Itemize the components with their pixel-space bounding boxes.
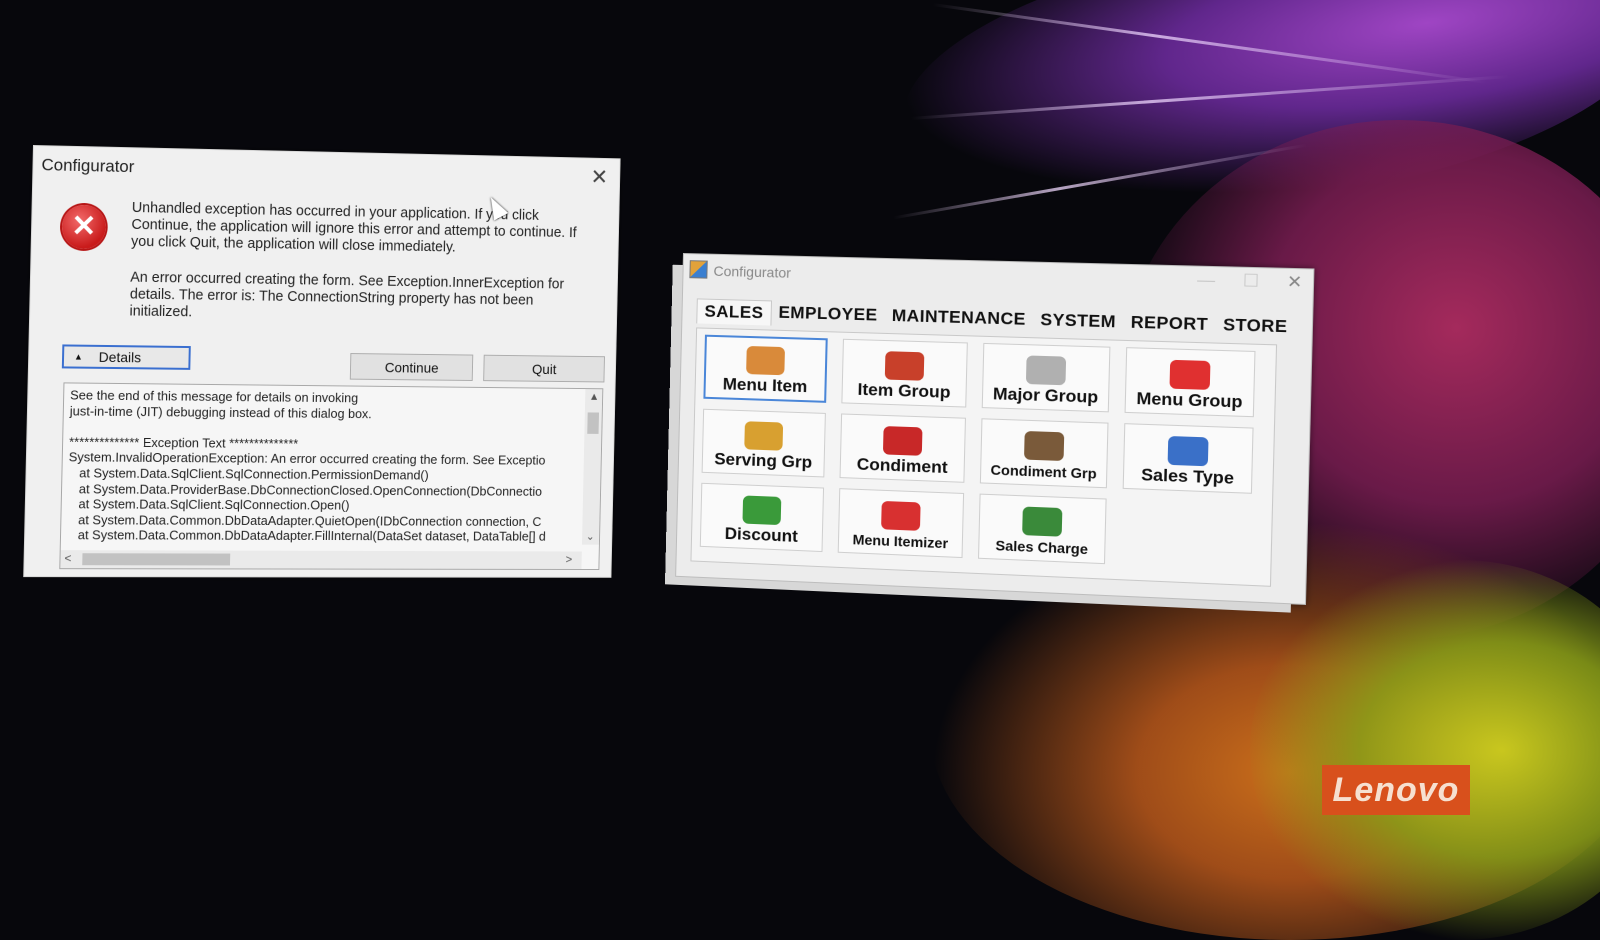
condiment-grp-button[interactable]: Condiment Grp <box>979 418 1109 489</box>
scroll-right-icon[interactable]: > <box>565 552 572 566</box>
close-icon[interactable]: ✕ <box>1287 272 1303 293</box>
sales-charge-button[interactable]: Sales Charge <box>977 493 1107 565</box>
app-icon <box>689 260 708 279</box>
chevron-up-icon: ▲ <box>73 351 83 362</box>
tile-label: Menu Itemizer <box>852 531 949 552</box>
serving-grp-button[interactable]: Serving Grp <box>701 408 826 478</box>
menu-group-icon <box>1169 359 1211 390</box>
condiment-button[interactable]: Condiment <box>839 413 966 483</box>
window-controls: — ☐ ✕ <box>1197 270 1303 293</box>
tile-label: Sales Type <box>1140 464 1235 488</box>
window-title: Configurator <box>713 262 792 281</box>
exception-message: Unhandled exception has occurred in your… <box>130 200 577 256</box>
tile-label: Serving Grp <box>714 449 813 472</box>
tab-sales[interactable]: SALES <box>696 298 772 326</box>
serving-grp-icon <box>744 421 784 451</box>
vertical-scrollbar[interactable]: ▲ ⌄ <box>581 389 603 545</box>
tab-employee[interactable]: EMPLOYEE <box>771 300 885 328</box>
menu-itemizer-icon <box>881 500 921 531</box>
sales-type-button[interactable]: Sales Type <box>1122 423 1254 494</box>
tab-maintenance[interactable]: MAINTENANCE <box>884 304 1033 334</box>
tile-label: Condiment <box>856 454 948 478</box>
sales-charge-icon <box>1022 506 1063 537</box>
tile-label: Sales Charge <box>995 537 1089 558</box>
tile-label: Item Group <box>857 379 951 402</box>
scroll-left-icon[interactable]: < <box>64 551 71 565</box>
brand-logo: Lenovo <box>1322 765 1470 815</box>
continue-button[interactable]: Continue <box>349 353 474 381</box>
exception-dialog: Configurator ✕ ✕ Unhandled exception has… <box>23 145 621 578</box>
configurator-window: Configurator — ☐ ✕ SALES EMPLOYEE MAINTE… <box>675 253 1315 605</box>
error-x-icon: ✕ <box>61 204 107 250</box>
tab-report[interactable]: REPORT <box>1123 310 1216 338</box>
tile-label: Discount <box>724 523 799 546</box>
maximize-icon[interactable]: ☐ <box>1243 271 1260 292</box>
sales-type-icon <box>1167 435 1209 467</box>
exception-detail-message: An error occurred creating the form. See… <box>129 269 565 321</box>
tile-label: Menu Item <box>722 374 808 397</box>
details-button-label: Details <box>98 348 142 366</box>
discount-button[interactable]: Discount <box>699 482 825 553</box>
tile-label: Major Group <box>992 383 1099 407</box>
menu-itemizer-button[interactable]: Menu Itemizer <box>837 488 965 559</box>
vertical-scroll-thumb[interactable] <box>587 412 600 434</box>
major-group-icon <box>1025 355 1067 386</box>
item-group-button[interactable]: Item Group <box>841 338 968 408</box>
horizontal-scrollbar[interactable]: < > <box>60 550 582 569</box>
tab-store[interactable]: STORE <box>1215 313 1295 341</box>
details-button[interactable]: ▲ Details <box>61 344 191 370</box>
tab-system[interactable]: SYSTEM <box>1033 308 1124 336</box>
condiment-grp-icon <box>1023 430 1065 462</box>
tile-label: Menu Group <box>1136 388 1243 412</box>
item-group-icon <box>884 351 925 381</box>
details-textbox[interactable]: See the end of this message for details … <box>59 382 604 570</box>
condiment-icon <box>882 426 923 456</box>
major-group-button[interactable]: Major Group <box>981 342 1111 413</box>
discount-icon <box>742 495 782 526</box>
menu-item-icon <box>746 345 786 376</box>
dialog-title: Configurator <box>41 155 135 177</box>
scroll-up-icon[interactable]: ▲ <box>589 391 600 403</box>
menu-group-button[interactable]: Menu Group <box>1124 347 1256 418</box>
sales-panel: Menu Item Item Group Major Group Menu Gr… <box>690 327 1278 587</box>
close-icon[interactable]: ✕ <box>590 164 608 190</box>
tile-label: Condiment Grp <box>990 461 1097 482</box>
horizontal-scroll-thumb[interactable] <box>82 553 231 566</box>
menu-item-button[interactable]: Menu Item <box>703 334 828 403</box>
details-text: See the end of this message for details … <box>66 387 546 544</box>
minimize-icon[interactable]: — <box>1197 270 1216 291</box>
quit-button[interactable]: Quit <box>483 354 605 383</box>
scroll-down-icon[interactable]: ⌄ <box>586 530 595 543</box>
